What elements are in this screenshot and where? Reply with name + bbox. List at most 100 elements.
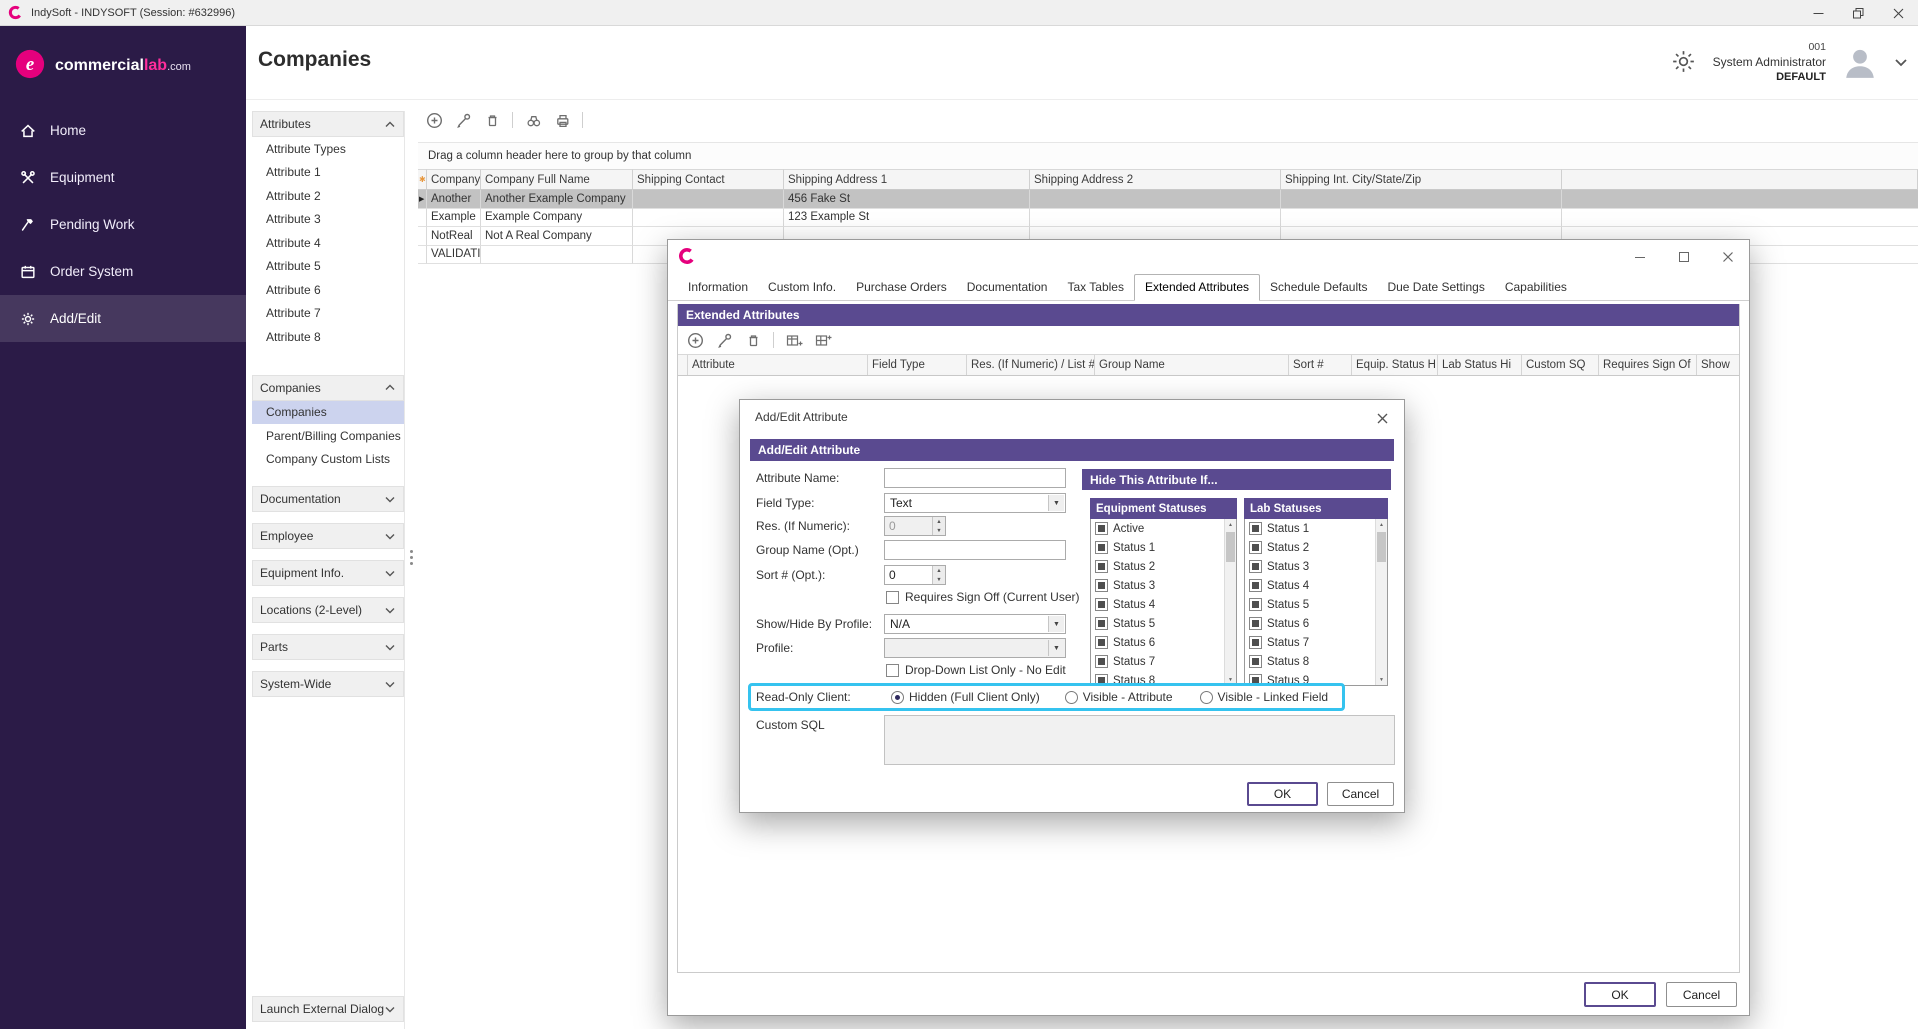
nav-item-attribute-4[interactable]: Attribute 4 <box>252 231 404 255</box>
column-header-lab-status-hidden[interactable]: Lab Status Hi <box>1438 355 1522 375</box>
list-item[interactable]: Status 6 <box>1091 633 1236 652</box>
column-header-attribute[interactable]: Attribute <box>688 355 868 375</box>
nav-item-parent-billing-companies[interactable]: Parent/Billing Companies <box>252 424 404 448</box>
nav-item-company-custom-lists[interactable]: Company Custom Lists <box>252 448 404 472</box>
user-menu-chevron-icon[interactable] <box>1894 56 1908 70</box>
nav-section-employee[interactable]: Employee <box>252 523 404 549</box>
nav-section-documentation[interactable]: Documentation <box>252 486 404 512</box>
company-dialog-cancel-button[interactable]: Cancel <box>1666 982 1737 1007</box>
column-header-shipping-int-city-state-zip[interactable]: Shipping Int. City/State/Zip <box>1281 169 1562 190</box>
move-row-down-icon[interactable] <box>814 331 832 349</box>
list-item[interactable]: Status 8 <box>1091 671 1236 686</box>
status-checkbox[interactable] <box>1095 598 1108 611</box>
tab-capabilities[interactable]: Capabilities <box>1495 275 1577 300</box>
nav-section-launch-external-dialog[interactable]: Launch External Dialog <box>252 996 404 1022</box>
sidebar-item-order-system[interactable]: Order System <box>0 248 246 295</box>
list-item[interactable]: Active <box>1091 519 1236 538</box>
table-row[interactable]: Another Another Example Company 456 Fake… <box>418 190 1918 209</box>
status-checkbox[interactable] <box>1249 579 1262 592</box>
status-checkbox[interactable] <box>1249 617 1262 630</box>
dialog-close-button[interactable] <box>1717 246 1739 268</box>
custom-sql-field[interactable] <box>884 715 1395 765</box>
add-attribute-icon[interactable] <box>686 331 704 349</box>
delete-attribute-icon[interactable] <box>744 331 762 349</box>
nav-item-attribute-6[interactable]: Attribute 6 <box>252 278 404 302</box>
nav-item-attribute-1[interactable]: Attribute 1 <box>252 161 404 185</box>
find-icon[interactable] <box>524 111 542 129</box>
nav-section-equipment-info[interactable]: Equipment Info. <box>252 560 404 586</box>
list-item[interactable]: Status 9 <box>1245 671 1387 686</box>
column-header-res-if-numeric[interactable]: Res. (If Numeric) / List # <box>967 355 1095 375</box>
list-item[interactable]: Status 2 <box>1245 538 1387 557</box>
tab-extended-attributes[interactable]: Extended Attributes <box>1134 274 1260 301</box>
minimize-button[interactable] <box>1798 0 1838 26</box>
column-header-show[interactable]: Show <box>1697 355 1739 375</box>
column-header-shipping-address-1[interactable]: Shipping Address 1 <box>784 169 1030 190</box>
column-header-custom-sql[interactable]: Custom SQ <box>1522 355 1599 375</box>
sidebar-item-equipment[interactable]: Equipment <box>0 154 246 201</box>
status-checkbox[interactable] <box>1249 560 1262 573</box>
tab-due-date-settings[interactable]: Due Date Settings <box>1377 275 1494 300</box>
edit-record-icon[interactable] <box>454 111 472 129</box>
requires-sign-off-checkbox[interactable] <box>886 591 899 604</box>
tab-purchase-orders[interactable]: Purchase Orders <box>846 275 957 300</box>
field-type-dropdown[interactable]: Text <box>884 493 1066 513</box>
nav-item-companies[interactable]: Companies <box>252 401 404 425</box>
column-header-equip-status-hidden[interactable]: Equip. Status H <box>1352 355 1438 375</box>
column-header-field-type[interactable]: Field Type <box>868 355 967 375</box>
column-header-company[interactable]: Company <box>427 169 481 190</box>
company-dialog-ok-button[interactable]: OK <box>1584 982 1656 1007</box>
list-item[interactable]: Status 5 <box>1091 614 1236 633</box>
list-item[interactable]: Status 5 <box>1245 595 1387 614</box>
column-header-company-full-name[interactable]: Company Full Name <box>481 169 633 190</box>
status-checkbox[interactable] <box>1095 636 1108 649</box>
move-row-up-icon[interactable] <box>785 331 803 349</box>
list-item[interactable]: Status 2 <box>1091 557 1236 576</box>
status-checkbox[interactable] <box>1095 579 1108 592</box>
list-item[interactable]: Status 1 <box>1245 519 1387 538</box>
list-item[interactable]: Status 6 <box>1245 614 1387 633</box>
sidebar-item-home[interactable]: Home <box>0 107 246 154</box>
status-checkbox[interactable] <box>1095 674 1108 686</box>
status-checkbox[interactable] <box>1095 541 1108 554</box>
status-checkbox[interactable] <box>1095 560 1108 573</box>
status-checkbox[interactable] <box>1249 598 1262 611</box>
restore-button[interactable] <box>1838 0 1878 26</box>
edit-attribute-icon[interactable] <box>715 331 733 349</box>
list-item[interactable]: Status 7 <box>1245 633 1387 652</box>
nav-item-attribute-3[interactable]: Attribute 3 <box>252 208 404 232</box>
nav-section-locations[interactable]: Locations (2-Level) <box>252 597 404 623</box>
sort-spinner[interactable]: ▲▼ <box>932 566 945 584</box>
group-by-drop-zone[interactable]: Drag a column header here to group by th… <box>418 142 1918 169</box>
status-checkbox[interactable] <box>1249 655 1262 668</box>
vertical-scrollbar[interactable] <box>1375 519 1387 685</box>
group-name-field[interactable] <box>884 540 1066 560</box>
tab-information[interactable]: Information <box>678 275 758 300</box>
radio-hidden-full-client-only[interactable] <box>891 691 904 704</box>
status-checkbox[interactable] <box>1249 636 1262 649</box>
list-item[interactable]: Status 1 <box>1091 538 1236 557</box>
nav-item-attribute-7[interactable]: Attribute 7 <box>252 302 404 326</box>
attribute-name-field[interactable] <box>884 468 1066 488</box>
attribute-dialog-cancel-button[interactable]: Cancel <box>1327 782 1394 806</box>
radio-visible-linked-field[interactable] <box>1200 691 1213 704</box>
column-header-group-name[interactable]: Group Name <box>1095 355 1289 375</box>
sidebar-item-pending-work[interactable]: Pending Work <box>0 201 246 248</box>
status-checkbox[interactable] <box>1095 655 1108 668</box>
list-item[interactable]: Status 4 <box>1091 595 1236 614</box>
drop-down-list-only-checkbox[interactable] <box>886 664 899 677</box>
user-avatar[interactable] <box>1842 44 1878 83</box>
column-header-requires-sign-off[interactable]: Requires Sign Of <box>1599 355 1697 375</box>
list-item[interactable]: Status 4 <box>1245 576 1387 595</box>
settings-gear-icon[interactable] <box>1670 48 1697 78</box>
print-icon[interactable] <box>553 111 571 129</box>
tab-documentation[interactable]: Documentation <box>957 275 1058 300</box>
close-button[interactable] <box>1878 0 1918 26</box>
nav-section-companies[interactable]: Companies <box>252 375 404 401</box>
nav-item-attribute-8[interactable]: Attribute 8 <box>252 325 404 349</box>
dialog-minimize-button[interactable] <box>1629 246 1651 268</box>
nav-item-attribute-types[interactable]: Attribute Types <box>252 137 404 161</box>
list-item[interactable]: Status 8 <box>1245 652 1387 671</box>
delete-record-icon[interactable] <box>483 111 501 129</box>
status-checkbox[interactable] <box>1249 541 1262 554</box>
